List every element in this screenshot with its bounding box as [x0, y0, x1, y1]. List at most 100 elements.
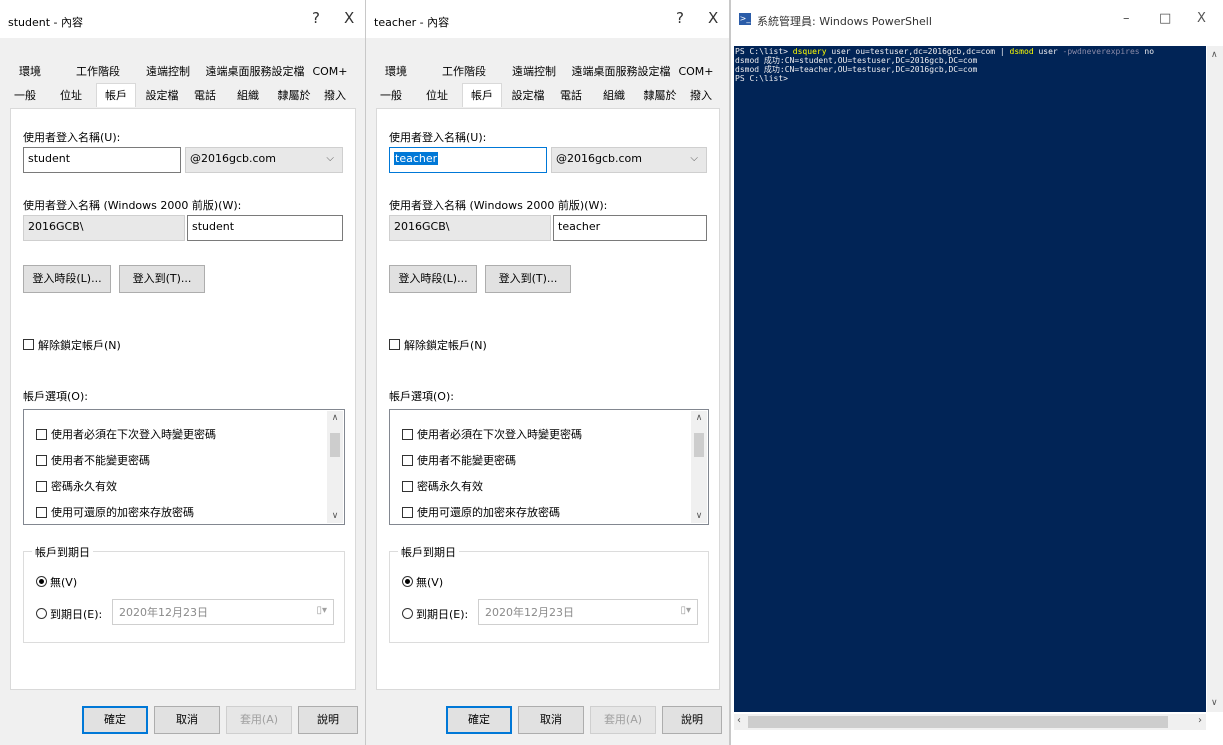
- option-checkbox[interactable]: [402, 429, 413, 440]
- tab-member-of[interactable]: 隸屬於: [274, 86, 314, 106]
- scroll-thumb[interactable]: [694, 433, 704, 457]
- scroll-thumb[interactable]: [330, 433, 340, 457]
- tab-rds-profile[interactable]: 遠端桌面服務設定檔: [205, 62, 305, 82]
- upn-suffix-select[interactable]: @2016gcb.com ⌵: [185, 147, 343, 173]
- scroll-up-icon[interactable]: ∧: [691, 413, 707, 423]
- logon-hours-button[interactable]: 登入時段(L)...: [389, 265, 477, 293]
- tab-remote-control[interactable]: 遠端控制: [138, 62, 198, 82]
- tab-telephones[interactable]: 電話: [554, 86, 588, 106]
- logon-name-input[interactable]: teacher: [389, 147, 547, 173]
- pre2000-username-input[interactable]: student: [187, 215, 343, 241]
- option-checkbox[interactable]: [402, 481, 413, 492]
- list-item[interactable]: 使用可還原的加密來存放密碼: [36, 504, 194, 520]
- scroll-down-icon[interactable]: ∨: [327, 511, 343, 521]
- ok-button[interactable]: 確定: [82, 706, 148, 734]
- cancel-button[interactable]: 取消: [518, 706, 584, 734]
- pre2000-label: 使用者登入名稱 (Windows 2000 前版)(W):: [23, 199, 242, 212]
- option-checkbox[interactable]: [402, 455, 413, 466]
- upn-suffix-select[interactable]: @2016gcb.com ⌵: [551, 147, 707, 173]
- scroll-thumb[interactable]: [748, 716, 1168, 728]
- help-button[interactable]: 說明: [662, 706, 722, 734]
- close-button[interactable]: X: [1197, 11, 1206, 26]
- help-button[interactable]: 說明: [298, 706, 358, 734]
- log-on-to-button[interactable]: 登入到(T)...: [485, 265, 571, 293]
- account-options-list[interactable]: 使用者必須在下次登入時變更密碼 使用者不能變更密碼 密碼永久有效 使用可還原的加…: [23, 409, 345, 525]
- list-scrollbar[interactable]: ∧ ∨: [691, 411, 707, 523]
- list-item[interactable]: 使用者必須在下次登入時變更密碼: [36, 426, 216, 442]
- console-output[interactable]: PS C:\list> dsquery user ou=testuser,dc=…: [734, 46, 1206, 712]
- help-title-button[interactable]: ?: [676, 9, 684, 27]
- tab-remote-control[interactable]: 遠端控制: [504, 62, 564, 82]
- tab-profile[interactable]: 設定檔: [140, 86, 184, 106]
- command-dsmod: dsmod: [1009, 47, 1034, 56]
- maximize-button[interactable]: □: [1159, 11, 1171, 26]
- help-title-button[interactable]: ?: [312, 9, 320, 27]
- list-item[interactable]: 密碼永久有效: [36, 478, 117, 494]
- option-checkbox[interactable]: [402, 507, 413, 518]
- option-checkbox[interactable]: [36, 507, 47, 518]
- tab-dial-in[interactable]: 撥入: [318, 86, 352, 106]
- scroll-down-icon[interactable]: ∨: [691, 511, 707, 521]
- tab-account[interactable]: 帳戶: [96, 83, 136, 107]
- account-options-list[interactable]: 使用者必須在下次登入時變更密碼 使用者不能變更密碼 密碼永久有效 使用可還原的加…: [389, 409, 709, 525]
- tab-organization[interactable]: 組織: [228, 86, 268, 106]
- calendar-icon: ▯▾: [316, 605, 327, 616]
- option-checkbox[interactable]: [36, 455, 47, 466]
- cancel-button[interactable]: 取消: [154, 706, 220, 734]
- tab-rds-profile[interactable]: 遠端桌面服務設定檔: [571, 62, 671, 82]
- option-label: 密碼永久有效: [51, 480, 117, 493]
- minimize-button[interactable]: –: [1123, 11, 1130, 26]
- list-item[interactable]: 使用者不能變更密碼: [36, 452, 150, 468]
- option-checkbox[interactable]: [36, 481, 47, 492]
- close-button[interactable]: X: [344, 9, 354, 27]
- apply-button[interactable]: 套用(A): [226, 706, 292, 734]
- list-item[interactable]: 使用者不能變更密碼: [402, 452, 516, 468]
- never-radio[interactable]: [402, 576, 413, 587]
- tab-telephones[interactable]: 電話: [188, 86, 222, 106]
- end-of-radio[interactable]: [402, 608, 413, 619]
- pre2000-username-input[interactable]: teacher: [553, 215, 707, 241]
- tab-environment[interactable]: 環境: [10, 62, 50, 82]
- ok-button[interactable]: 確定: [446, 706, 512, 734]
- close-button[interactable]: X: [708, 9, 718, 27]
- tab-address[interactable]: 位址: [54, 86, 88, 106]
- tab-account[interactable]: 帳戶: [462, 83, 502, 107]
- unlock-account-checkbox[interactable]: [389, 339, 400, 350]
- tab-organization[interactable]: 組織: [594, 86, 634, 106]
- tab-sessions[interactable]: 工作階段: [434, 62, 494, 82]
- scroll-right-icon[interactable]: ›: [1198, 715, 1202, 726]
- tab-general[interactable]: 一般: [10, 86, 40, 106]
- list-scrollbar[interactable]: ∧ ∨: [327, 411, 343, 523]
- apply-button[interactable]: 套用(A): [590, 706, 656, 734]
- logon-name-input[interactable]: student: [23, 147, 181, 173]
- unlock-account-checkbox[interactable]: [23, 339, 34, 350]
- tab-profile[interactable]: 設定檔: [506, 86, 550, 106]
- tab-environment[interactable]: 環境: [376, 62, 416, 82]
- tab-member-of[interactable]: 隸屬於: [640, 86, 680, 106]
- tab-row-2: 一般 位址 帳戶 設定檔 電話 組織 隸屬於 撥入: [10, 83, 356, 107]
- list-item[interactable]: 使用者必須在下次登入時變更密碼: [402, 426, 582, 442]
- scroll-left-icon[interactable]: ‹: [737, 715, 741, 726]
- log-on-to-button[interactable]: 登入到(T)...: [119, 265, 205, 293]
- logon-hours-button[interactable]: 登入時段(L)...: [23, 265, 111, 293]
- option-label: 使用可還原的加密來存放密碼: [51, 506, 194, 519]
- never-radio[interactable]: [36, 576, 47, 587]
- option-label: 使用者不能變更密碼: [417, 454, 516, 467]
- list-item[interactable]: 密碼永久有效: [402, 478, 483, 494]
- console-vertical-scrollbar[interactable]: ∧ ∨: [1207, 46, 1223, 712]
- tab-dial-in[interactable]: 撥入: [684, 86, 718, 106]
- console-horizontal-scrollbar[interactable]: ‹ ›: [734, 714, 1206, 730]
- tab-sessions[interactable]: 工作階段: [68, 62, 128, 82]
- tab-com[interactable]: COM+: [310, 62, 350, 82]
- tab-general[interactable]: 一般: [376, 86, 406, 106]
- tab-address[interactable]: 位址: [420, 86, 454, 106]
- list-item[interactable]: 使用可還原的加密來存放密碼: [402, 504, 560, 520]
- scroll-up-icon[interactable]: ∧: [1211, 50, 1218, 60]
- prompt: PS C:\list>: [735, 47, 793, 56]
- title-bar: teacher - 內容 ? X: [366, 0, 729, 38]
- option-checkbox[interactable]: [36, 429, 47, 440]
- tab-com[interactable]: COM+: [676, 62, 716, 82]
- scroll-up-icon[interactable]: ∧: [327, 413, 343, 423]
- end-of-radio[interactable]: [36, 608, 47, 619]
- scroll-down-icon[interactable]: ∨: [1211, 698, 1218, 708]
